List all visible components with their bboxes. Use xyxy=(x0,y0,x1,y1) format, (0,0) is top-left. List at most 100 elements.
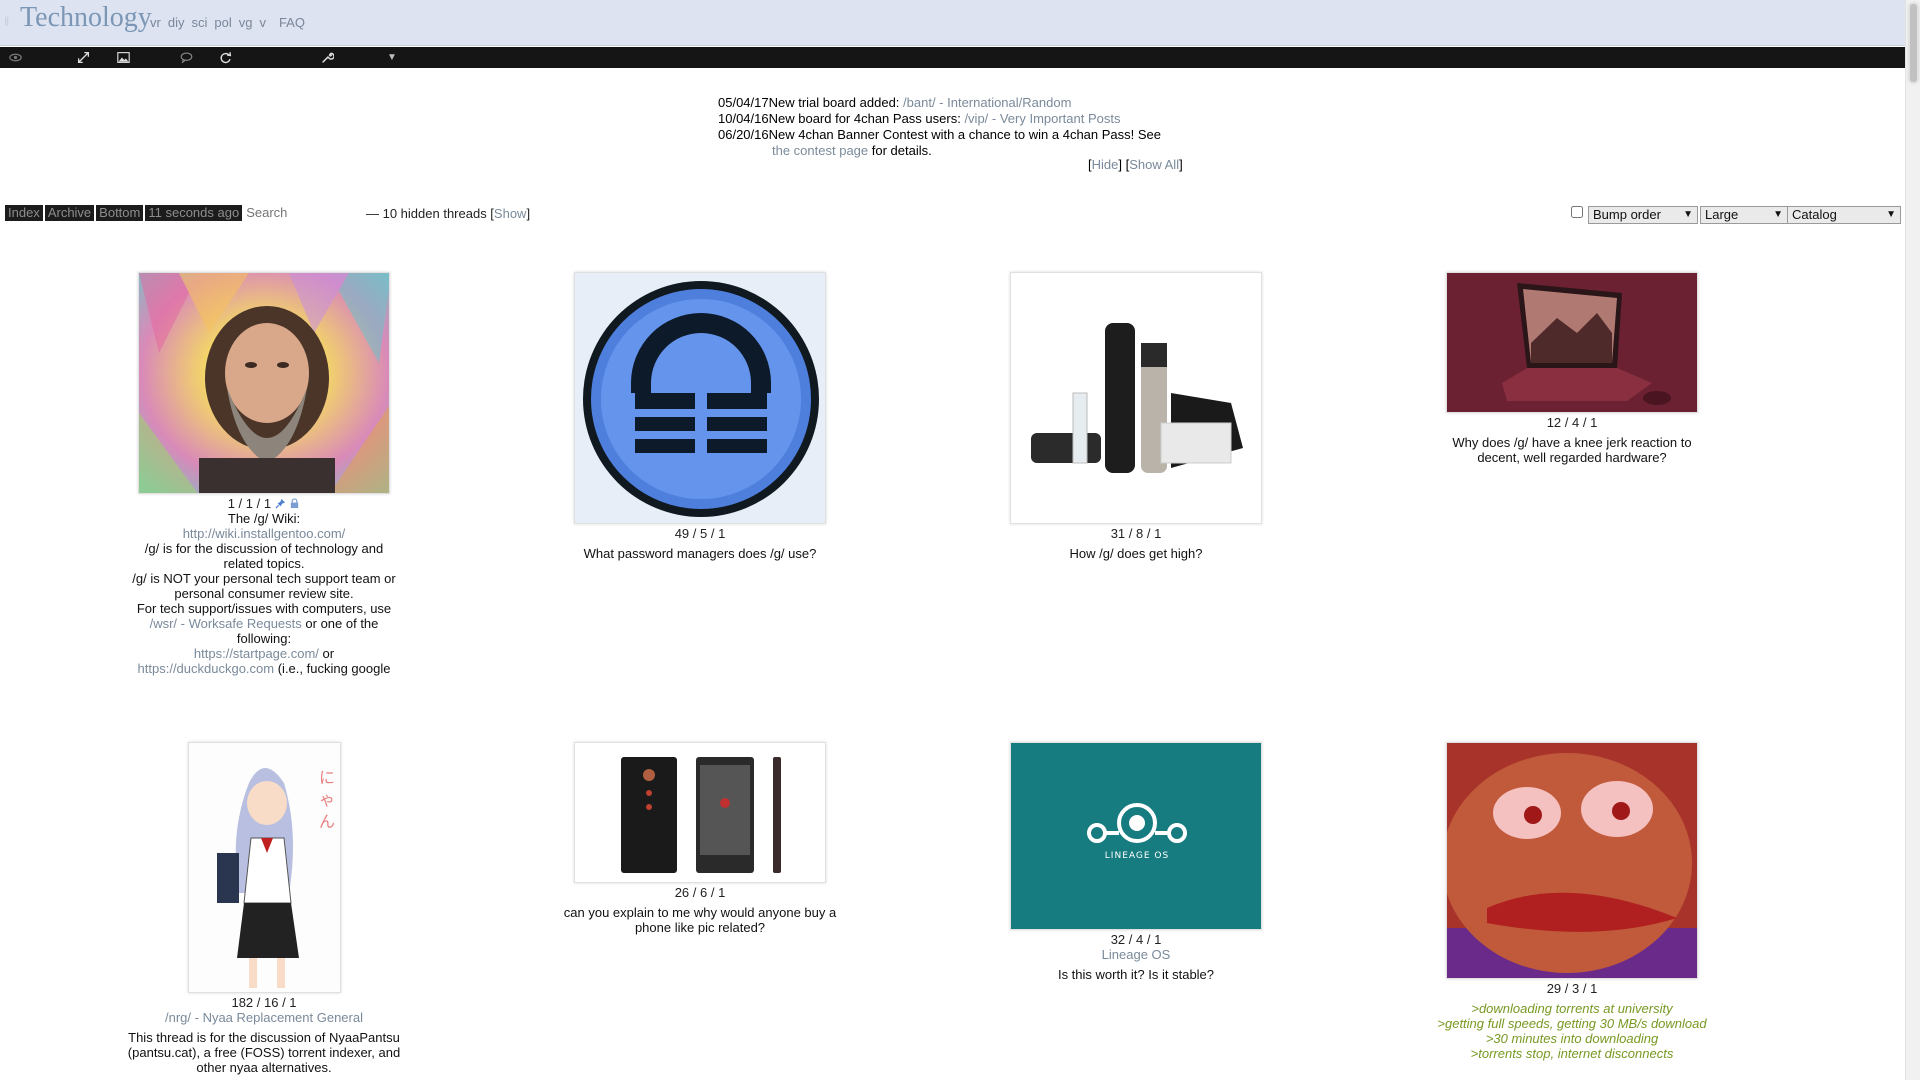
announcement-item: 06/20/16New 4chan Banner Contest with a … xyxy=(718,127,1198,143)
thread-thumbnail[interactable] xyxy=(1010,272,1262,524)
thread-teaser: Why does /g/ have a knee jerk reaction t… xyxy=(1452,435,1692,465)
closed-lock-icon xyxy=(291,498,299,509)
thread-thumbnail[interactable] xyxy=(1446,742,1698,979)
announcement-controls: [Hide] [Show All] xyxy=(1088,157,1183,172)
faq-link[interactable]: FAQ xyxy=(279,15,305,30)
thread-stats: 32 / 4 / 1 xyxy=(1110,932,1162,947)
catalog-thread: 26 / 6 / 1 can you explain to me why wou… xyxy=(560,742,840,935)
announcement-item: 05/04/17New trial board added: /bant/ - … xyxy=(718,95,1198,111)
announcement-text: New trial board added: xyxy=(768,95,904,110)
duckduckgo-link[interactable]: https://duckduckgo.com xyxy=(138,661,275,676)
wiki-link[interactable]: http://wiki.installgentoo.com/ xyxy=(183,526,346,541)
scrollbar[interactable] xyxy=(1905,0,1920,1080)
greentext-line: >30 minutes into downloading xyxy=(1485,1031,1659,1046)
mode-select[interactable]: Catalog ▼ xyxy=(1787,206,1901,224)
thread-stats: 1 / 1 / 1 xyxy=(124,496,404,511)
svg-text:ん: ん xyxy=(319,812,335,831)
thread-subject-link[interactable]: Lineage OS xyxy=(1102,947,1171,962)
wrench-icon[interactable] xyxy=(318,49,336,66)
announcement-date: 05/04/17 xyxy=(718,95,769,110)
startpage-link[interactable]: https://startpage.com/ xyxy=(194,646,319,661)
catalog-thread: 12 / 4 / 1 Why does /g/ have a knee jerk… xyxy=(1432,272,1712,465)
announcements: 05/04/17New trial board added: /bant/ - … xyxy=(718,95,1198,159)
search-input[interactable] xyxy=(246,205,337,220)
refresh-icon[interactable] xyxy=(216,49,234,66)
announcement-after: for details. xyxy=(868,143,932,158)
thread-stats: 12 / 4 / 1 xyxy=(1546,415,1598,430)
thread-teaser: The /g/ Wiki: http://wiki.installgentoo.… xyxy=(132,511,396,676)
wsr-board-link[interactable]: /wsr/ - Worksafe Requests xyxy=(150,616,302,631)
thread-thumbnail[interactable]: に ゃ ん xyxy=(187,742,341,993)
size-select[interactable]: Large ▼ xyxy=(1700,206,1788,224)
svg-text:ゃ: ゃ xyxy=(319,790,335,809)
speech-bubble-icon[interactable] xyxy=(177,49,195,66)
index-button[interactable]: Index xyxy=(5,205,43,221)
show-all-news-link[interactable]: Show All xyxy=(1129,157,1179,172)
hide-news-link[interactable]: Hide xyxy=(1092,157,1119,172)
eye-icon[interactable] xyxy=(6,49,24,66)
announcement-date: 06/20/16 xyxy=(718,127,769,142)
catalog-thread: に ゃ ん 182 / 16 / 1 /nrg/ - Nyaa Replacem… xyxy=(124,742,404,1075)
board-link-vr[interactable]: vr xyxy=(150,15,161,30)
catalog-thread: 29 / 3 / 1 >downloading torrents at univ… xyxy=(1432,742,1712,1061)
thread-thumbnail[interactable] xyxy=(1446,272,1698,413)
thread-teaser: >downloading torrents at university >get… xyxy=(1432,1001,1712,1061)
thread-thumbnail[interactable] xyxy=(138,272,390,494)
thread-thumbnail[interactable] xyxy=(574,272,826,524)
thread-teaser: How /g/ does get high? xyxy=(1069,546,1203,561)
thread-teaser: This thread is for the discussion of Nya… xyxy=(127,1030,401,1075)
catalog-thread: 49 / 5 / 1 What password managers does /… xyxy=(560,272,840,561)
image-icon[interactable] xyxy=(114,49,132,66)
catalog-thread: LINEAGE OS 32 / 4 / 1 Lineage OS Is this… xyxy=(996,742,1276,982)
refresh-timer-button[interactable]: 11 seconds ago xyxy=(145,205,243,221)
dropdown-arrow-icon[interactable]: ▼ xyxy=(383,49,401,66)
contest-page-link[interactable]: the contest page xyxy=(772,143,868,158)
board-title: Technology xyxy=(20,2,152,33)
sticky-pin-icon xyxy=(275,498,285,509)
thread-stats: 182 / 16 / 1 xyxy=(231,995,297,1010)
board-header: ‖ Technology vr diy sci pol vg v FAQ xyxy=(0,0,1905,46)
order-select[interactable]: Bump order ▼ xyxy=(1588,206,1698,224)
expand-icon[interactable] xyxy=(74,49,92,66)
catalog-nav: Index Archive Bottom 11 seconds ago xyxy=(5,205,337,221)
jp-text-decoration: に xyxy=(319,768,335,787)
board-link-v[interactable]: v xyxy=(259,15,266,30)
thread-thumbnail[interactable] xyxy=(574,742,826,883)
board-link-pol[interactable]: pol xyxy=(214,15,231,30)
chevron-down-icon: ▼ xyxy=(1683,209,1693,220)
archive-button[interactable]: Archive xyxy=(44,205,95,221)
scrollbar-thumb[interactable] xyxy=(1909,3,1918,83)
greentext-line: >getting full speeds, getting 30 MB/s do… xyxy=(1437,1016,1707,1031)
board-nav: vr diy sci pol vg v FAQ xyxy=(150,15,312,30)
thread-teaser: What password managers does /g/ use? xyxy=(583,546,817,561)
thread-teaser: Is this worth it? Is it stable? xyxy=(1057,967,1215,982)
thread-subject-link[interactable]: /nrg/ - Nyaa Replacement General xyxy=(165,1010,363,1025)
favicon-icon: ‖ xyxy=(4,14,10,29)
greentext-line: >torrents stop, internet disconnects xyxy=(1470,1046,1674,1061)
announcement-item: 10/04/16New board for 4chan Pass users: … xyxy=(718,111,1198,127)
greentext-line: >downloading torrents at university xyxy=(1471,1001,1673,1016)
announcement-link[interactable]: /vip/ - Very Important Posts xyxy=(964,111,1120,126)
board-link-diy[interactable]: diy xyxy=(168,15,185,30)
board-link-sci[interactable]: sci xyxy=(191,15,207,30)
bottom-button[interactable]: Bottom xyxy=(96,205,144,221)
thread-subject: Lineage OS xyxy=(996,947,1276,962)
chevron-down-icon: ▼ xyxy=(1886,209,1896,220)
show-hidden-link[interactable]: Show xyxy=(494,206,527,221)
announcement-link[interactable]: /bant/ - International/Random xyxy=(903,95,1071,110)
thread-stats: 31 / 8 / 1 xyxy=(1110,526,1162,541)
thread-thumbnail[interactable]: LINEAGE OS xyxy=(1010,742,1262,930)
announcement-text: New board for 4chan Pass users: xyxy=(768,111,965,126)
catalog-options-checkbox[interactable] xyxy=(1571,206,1583,218)
announcement-text: New 4chan Banner Contest with a chance t… xyxy=(768,127,1162,142)
toolbar: ▼ xyxy=(0,47,1905,68)
lineage-logo-text: LINEAGE OS xyxy=(1105,851,1169,861)
catalog-thread: 31 / 8 / 1 How /g/ does get high? xyxy=(996,272,1276,561)
thread-stats: 49 / 5 / 1 xyxy=(674,526,726,541)
board-link-vg[interactable]: vg xyxy=(239,15,253,30)
announcement-date: 10/04/16 xyxy=(718,111,769,126)
thread-subject: /nrg/ - Nyaa Replacement General xyxy=(124,1010,404,1025)
thread-stats: 26 / 6 / 1 xyxy=(674,885,726,900)
catalog-thread: 1 / 1 / 1 The /g/ Wiki: http://wiki.inst… xyxy=(124,272,404,676)
thread-stats: 29 / 3 / 1 xyxy=(1546,981,1598,996)
